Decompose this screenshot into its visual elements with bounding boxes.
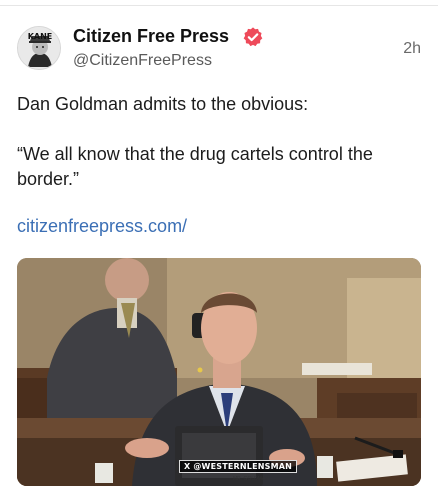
post-header: KANE Citizen Free Press @CitizenFreePres… <box>17 24 421 74</box>
kane-avatar-icon: KANE <box>18 27 60 69</box>
top-divider <box>0 5 438 6</box>
hearing-video-frame <box>17 258 421 486</box>
post-quote: “We all know that the drug cartels contr… <box>17 144 373 189</box>
author-avatar[interactable]: KANE <box>17 26 61 70</box>
post-body: Dan Goldman admits to the obvious: “We a… <box>17 92 421 192</box>
post-text-line: Dan Goldman admits to the obvious: <box>17 94 309 114</box>
verified-badge-icon <box>243 27 263 47</box>
post-link[interactable]: citizenfreepress.com/ <box>17 216 187 237</box>
author-handle[interactable]: @CitizenFreePress <box>73 52 212 70</box>
post-timestamp: 2h <box>403 40 421 57</box>
post-media[interactable]: X @WESTERNLENSMAN MR. GOLDMAN <box>17 258 421 486</box>
avatar-text: KANE <box>28 32 53 41</box>
media-watermark: X @WESTERNLENSMAN <box>179 460 298 473</box>
author-name[interactable]: Citizen Free Press <box>73 26 229 47</box>
media-nameplate: MR. GOLDMAN <box>233 476 269 482</box>
